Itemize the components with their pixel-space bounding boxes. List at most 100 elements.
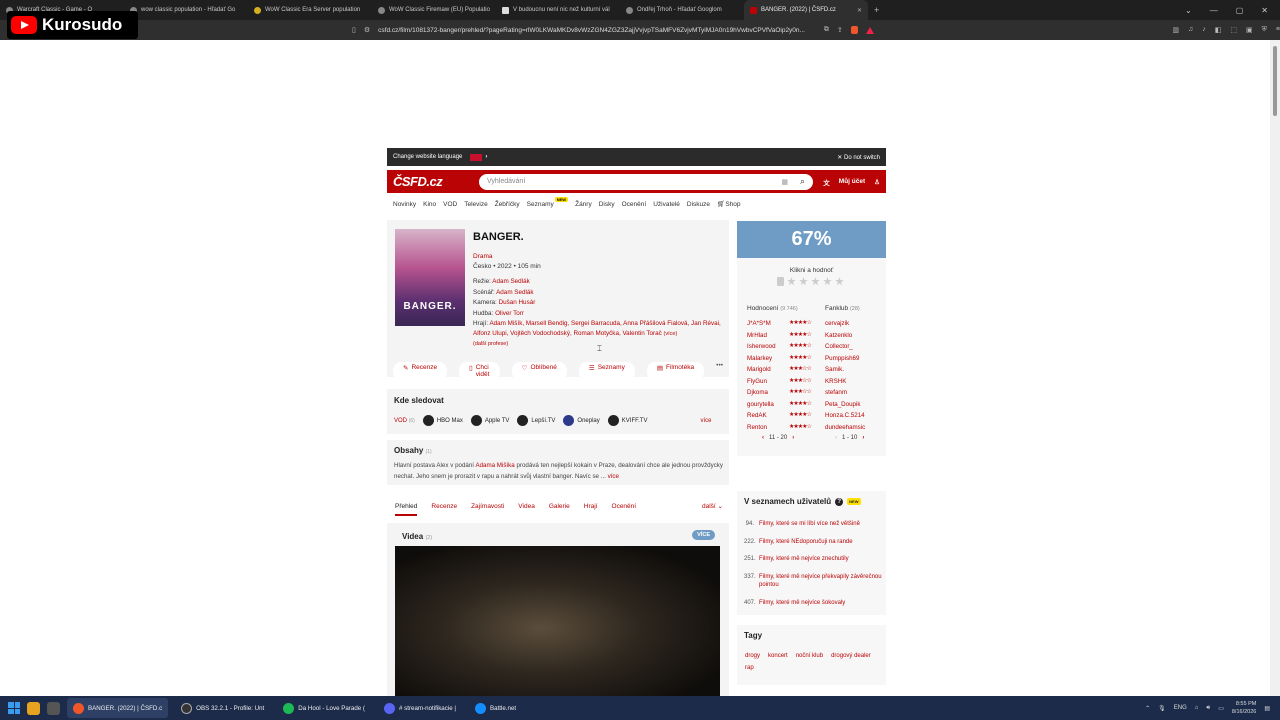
tab-galerie[interactable]: Galerie bbox=[549, 503, 570, 510]
credit-value[interactable]: Adam Sedlák bbox=[492, 278, 529, 285]
review-button[interactable]: ✎ Recenze bbox=[393, 362, 448, 380]
vod-service-lepsi-tv[interactable]: Lepší.TV bbox=[517, 415, 555, 426]
star-icon[interactable] bbox=[823, 277, 832, 286]
tab-recenze[interactable]: Recenze bbox=[431, 503, 457, 510]
star-icon[interactable] bbox=[811, 277, 820, 286]
site-info-icon[interactable]: ⚙ bbox=[364, 26, 370, 34]
keyboard-icon[interactable]: ▦ bbox=[781, 178, 788, 186]
list-item[interactable]: 222. Filmy, které NEdoporučuji na rande bbox=[744, 538, 882, 547]
minimize-icon[interactable]: — bbox=[1210, 6, 1218, 15]
credit-value[interactable]: Dušan Husár bbox=[499, 299, 536, 306]
app-icon[interactable] bbox=[47, 701, 60, 715]
help-icon[interactable]: ? bbox=[835, 497, 844, 506]
menu-icon[interactable]: ≡ bbox=[1276, 26, 1280, 34]
favorite-button[interactable]: ♡ Oblíbené bbox=[511, 362, 567, 380]
list-item[interactable]: 337. Filmy, které mě nejvíce překvapily z… bbox=[744, 573, 882, 590]
rating-user[interactable]: J*A*S*M bbox=[747, 318, 789, 330]
vpn-icon[interactable]: ⛨ bbox=[1262, 26, 1267, 34]
maximize-icon[interactable]: ▢ bbox=[1236, 6, 1244, 15]
credit-value[interactable]: Adam Mišík, Marsell Bendig, Sergei Barra… bbox=[473, 320, 721, 337]
rating-user[interactable]: MrHlad bbox=[747, 330, 789, 342]
chevron-up-icon[interactable]: ⌃ bbox=[1145, 705, 1150, 712]
translate-icon[interactable]: 文 bbox=[823, 177, 830, 187]
uk-flag-icon[interactable] bbox=[470, 153, 483, 161]
nav-item-seznamy[interactable]: Seznamy bbox=[527, 201, 554, 208]
bookmark-icon[interactable]: ▯ bbox=[352, 26, 356, 34]
taskbar-item-obs[interactable]: OBS 32.2.1 - Profile: Unt bbox=[175, 698, 270, 718]
browser-tab[interactable]: wow classic population - Hľadať Go bbox=[124, 0, 248, 20]
network-icon[interactable]: ⌂ bbox=[1195, 705, 1199, 711]
vod-service-kviff-tv[interactable]: KVIFF.TV bbox=[607, 415, 647, 426]
film-poster[interactable]: BANGER. bbox=[395, 229, 465, 326]
clock[interactable]: 8:55 PM 8/16/2026 bbox=[1232, 700, 1256, 716]
language-indicator[interactable]: ENG bbox=[1174, 705, 1187, 711]
split-view-icon[interactable]: ◧ bbox=[1215, 26, 1222, 34]
rating-user[interactable]: Marigold bbox=[747, 364, 789, 376]
star-icon[interactable] bbox=[799, 277, 808, 286]
close-tab-icon[interactable]: ✕ bbox=[857, 7, 862, 14]
rating-user[interactable]: Isherwood bbox=[747, 341, 789, 353]
tab-zajimavosti[interactable]: Zajímavosti bbox=[471, 503, 504, 510]
nav-item-zanry[interactable]: Žánry bbox=[575, 201, 592, 208]
fan-user[interactable]: Katzenklo bbox=[825, 330, 865, 342]
rating-user[interactable]: Renton bbox=[747, 422, 789, 434]
tab-oceneni[interactable]: Ocenění bbox=[612, 503, 637, 510]
browser-tab-active[interactable]: BANGER. (2022) | ČSFD.cz ✕ bbox=[744, 0, 868, 20]
notifications-icon[interactable]: ▤ bbox=[1264, 705, 1270, 712]
plot-actor-link[interactable]: Adama Mišíka bbox=[475, 462, 514, 469]
new-tab-button[interactable]: + bbox=[868, 5, 885, 15]
vod-service-oneplay[interactable]: Oneplay bbox=[563, 415, 600, 426]
nav-item-zebricky[interactable]: Žebříčky bbox=[495, 201, 520, 208]
browser-tab[interactable]: V budoucnu není nic než kulturní vál bbox=[496, 0, 620, 20]
browser-tab[interactable]: Ondřej Trhoň - Hľadať Googlom bbox=[620, 0, 744, 20]
tag-item[interactable]: rap bbox=[745, 665, 754, 671]
fan-user[interactable]: Honza.C.5214 bbox=[825, 410, 865, 422]
close-window-icon[interactable]: ✕ bbox=[1261, 6, 1268, 15]
vod-service-hbo-max[interactable]: HBO Max bbox=[422, 415, 463, 426]
nav-item-shop[interactable]: 🛒︎Shop bbox=[717, 200, 740, 208]
taskbar-item-spotify[interactable]: Da Hool - Love Parade ( bbox=[277, 698, 371, 718]
extensions-icon[interactable]: ⬚ bbox=[1230, 26, 1237, 34]
tag-item[interactable]: noční klub bbox=[796, 653, 823, 659]
tag-item[interactable]: drogový dealer bbox=[831, 653, 871, 659]
rate-stars[interactable] bbox=[777, 277, 844, 286]
nav-item-novinky[interactable]: Novinky bbox=[393, 201, 416, 208]
more-actions-icon[interactable]: ••• bbox=[716, 362, 723, 380]
volume-icon[interactable]: 🔊︎ bbox=[1206, 705, 1210, 712]
list-item[interactable]: 407. Filmy, které mě nejvíce šokovaly bbox=[744, 599, 882, 608]
nav-item-uzivatele[interactable]: Uživatelé bbox=[653, 201, 680, 208]
cast-more-link[interactable]: (více) bbox=[664, 331, 678, 337]
tab-list-icon[interactable]: ⌄ bbox=[1185, 6, 1192, 15]
tag-item[interactable]: drogy bbox=[745, 653, 760, 659]
credit-value[interactable]: Oliver Torr bbox=[495, 310, 524, 317]
battery-icon[interactable]: ▭ bbox=[1218, 705, 1224, 712]
translate-icon[interactable]: ⧉ bbox=[824, 26, 829, 34]
brave-rewards-icon[interactable] bbox=[866, 26, 875, 34]
film-genre[interactable]: Drama bbox=[473, 253, 493, 260]
chevron-right-icon[interactable]: › bbox=[792, 435, 794, 441]
nav-item-oceneni[interactable]: Ocenění bbox=[622, 201, 647, 208]
tab-hraji[interactable]: Hrají bbox=[584, 503, 598, 510]
search-input[interactable]: Vyhledávání ▦ ⌕ bbox=[479, 173, 813, 190]
ratings-header[interactable]: Hodnocení (9 746) bbox=[747, 305, 798, 312]
vod-service-apple-tv[interactable]: Apple TV bbox=[470, 415, 509, 426]
fan-user[interactable]: dundeehamsic bbox=[825, 422, 865, 434]
fan-user[interactable]: Pumppish69 bbox=[825, 353, 865, 365]
chevron-right-icon[interactable]: › bbox=[485, 154, 487, 160]
rating-user[interactable]: RedAK bbox=[747, 410, 789, 422]
my-account-link[interactable]: Můj účet bbox=[839, 178, 865, 185]
star-icon[interactable] bbox=[787, 277, 796, 286]
rating-user[interactable]: gourytella bbox=[747, 399, 789, 411]
fan-user[interactable]: cervajzik bbox=[825, 318, 865, 330]
star-icon[interactable] bbox=[835, 277, 844, 286]
nav-item-disky[interactable]: Disky bbox=[599, 201, 615, 208]
dont-switch-button[interactable]: ✕ Do not switch bbox=[837, 154, 880, 161]
windows-start-icon[interactable] bbox=[8, 702, 20, 714]
music-icon[interactable]: ♪ bbox=[1202, 26, 1206, 34]
sidebar-icon[interactable]: ▥ bbox=[1172, 26, 1179, 34]
change-language-label[interactable]: Change website language bbox=[393, 154, 462, 160]
fan-user[interactable]: Peta_Doupik bbox=[825, 399, 865, 411]
chevron-left-icon[interactable]: ‹ bbox=[762, 435, 764, 441]
video-player[interactable] bbox=[395, 546, 720, 696]
trash-rating-icon[interactable] bbox=[777, 277, 784, 286]
